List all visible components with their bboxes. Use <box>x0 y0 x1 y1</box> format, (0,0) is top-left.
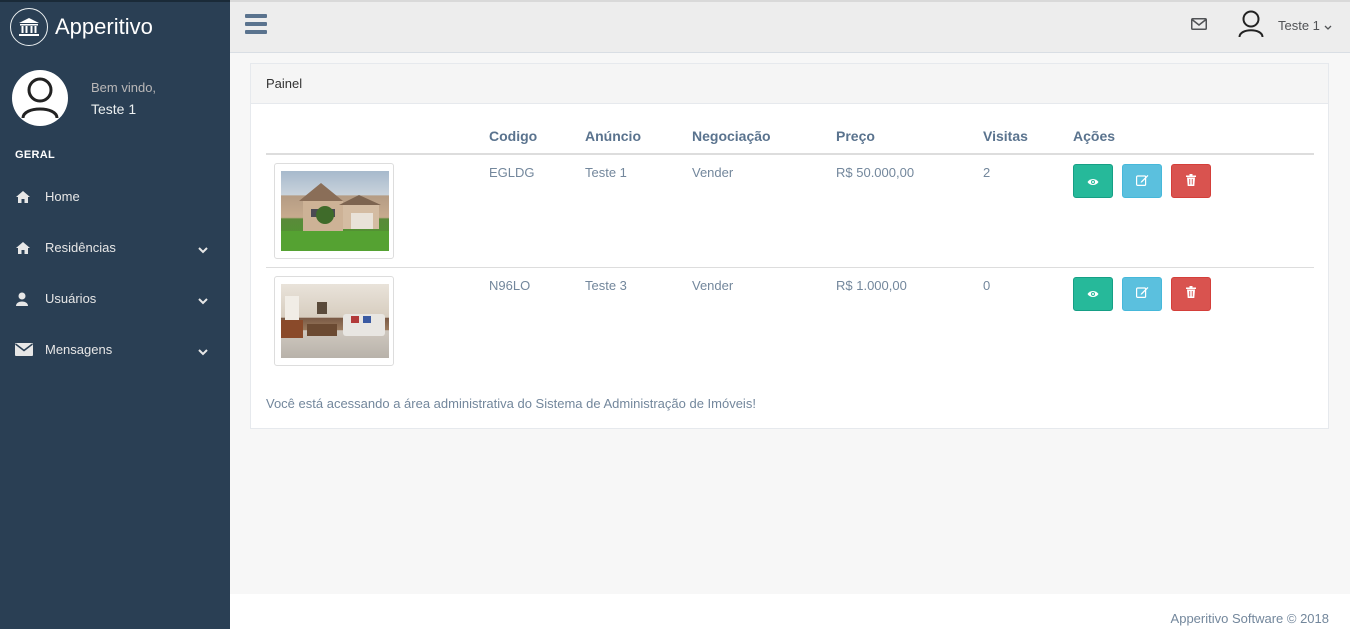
property-thumbnail[interactable] <box>274 275 394 366</box>
user-menu-label: Teste 1 <box>1278 18 1320 33</box>
cell-visitas: 0 <box>983 277 991 293</box>
property-thumbnail[interactable] <box>274 163 394 259</box>
cell-anuncio: Teste 1 <box>585 154 692 268</box>
user-icon <box>1238 10 1264 41</box>
footer: Apperitivo Software © 2018 <box>230 594 1350 629</box>
envelope-icon <box>15 342 33 358</box>
sidebar-menu: Home Residências Usuários Mensagens <box>0 171 230 375</box>
delete-button[interactable] <box>1171 164 1211 198</box>
edit-button[interactable] <box>1122 276 1162 311</box>
edit-icon <box>1135 174 1149 189</box>
sidebar-item-mensagens[interactable]: Mensagens <box>0 324 230 375</box>
menu-toggle-icon[interactable] <box>245 14 267 34</box>
eye-icon <box>1087 174 1099 189</box>
profile: Bem vindo, Teste 1 <box>0 52 230 126</box>
cell-preco: R$ 50.000,00 <box>836 154 983 268</box>
table-header-row: Codigo Anúncio Negociação Preço Visitas … <box>266 120 1314 155</box>
cell-codigo: EGLDG <box>489 154 585 268</box>
cell-anuncio: Teste 3 <box>585 277 627 293</box>
bank-icon <box>10 8 48 46</box>
chevron-down-icon <box>198 293 208 308</box>
eye-icon <box>1087 286 1099 301</box>
admin-notice: Você está acessando a área administrativ… <box>266 396 756 411</box>
row-actions <box>1073 164 1314 198</box>
edit-icon <box>1135 286 1149 301</box>
house-exterior-photo <box>281 171 389 251</box>
user-menu[interactable]: Teste 1 <box>1238 10 1332 41</box>
trash-icon <box>1186 286 1196 301</box>
footer-text: Apperitivo Software © 2018 <box>1170 611 1329 626</box>
home-icon <box>15 240 33 256</box>
sidebar-item-label: Home <box>45 189 80 204</box>
avatar <box>12 70 68 126</box>
table-row: EGLDG Teste 1 Vender R$ 50.000,00 2 <box>266 154 1314 268</box>
user-icon <box>15 291 33 307</box>
profile-username: Teste 1 <box>91 100 137 117</box>
view-button[interactable] <box>1073 276 1113 311</box>
sidebar-item-home[interactable]: Home <box>0 171 230 222</box>
column-header: Ações <box>1073 120 1314 155</box>
column-header: Codigo <box>489 120 585 155</box>
sidebar-item-residencias[interactable]: Residências <box>0 222 230 273</box>
brand[interactable]: Apperitivo <box>0 2 230 52</box>
edit-button[interactable] <box>1122 164 1162 198</box>
column-header: Negociação <box>692 120 836 155</box>
delete-button[interactable] <box>1171 276 1211 311</box>
column-header: Anúncio <box>585 120 692 155</box>
chevron-down-icon <box>198 344 208 359</box>
cell-visitas: 2 <box>983 154 1073 268</box>
brand-name: Apperitivo <box>55 14 153 39</box>
dashboard-panel: Painel Codigo Anúncio Negociação Preço V… <box>250 63 1329 429</box>
home-icon <box>15 189 33 205</box>
welcome-text: Bem vindo, <box>91 79 157 95</box>
column-header: Preço <box>836 120 983 155</box>
column-header: Visitas <box>983 120 1073 155</box>
envelope-icon[interactable] <box>1191 18 1207 33</box>
panel-title: Painel <box>251 64 1328 104</box>
sidebar-item-label: Residências <box>45 240 116 255</box>
cell-codigo: N96LO <box>489 277 531 293</box>
table-row: N96LO Teste 3 Vender R$ 1.000,00 0 <box>266 267 1314 373</box>
sidebar-item-usuarios[interactable]: Usuários <box>0 273 230 324</box>
cell-preco: R$ 1.000,00 <box>836 277 907 293</box>
living-room-photo <box>281 283 389 358</box>
chevron-down-icon <box>1324 18 1332 33</box>
sidebar-section-title: GERAL <box>15 149 55 161</box>
sidebar-item-label: Mensagens <box>45 342 113 357</box>
row-actions <box>1073 276 1314 311</box>
listings-table: Codigo Anúncio Negociação Preço Visitas … <box>266 120 1314 373</box>
top-navbar: Teste 1 <box>230 0 1350 53</box>
sidebar-item-label: Usuários <box>45 291 97 306</box>
view-button[interactable] <box>1073 164 1113 198</box>
cell-negociacao: Vender <box>692 277 734 293</box>
trash-icon <box>1186 173 1196 189</box>
cell-negociacao: Vender <box>692 154 836 268</box>
sidebar: Apperitivo Bem vindo, Teste 1 GERAL Home… <box>0 0 230 629</box>
chevron-down-icon <box>198 242 208 257</box>
column-header <box>266 120 489 155</box>
